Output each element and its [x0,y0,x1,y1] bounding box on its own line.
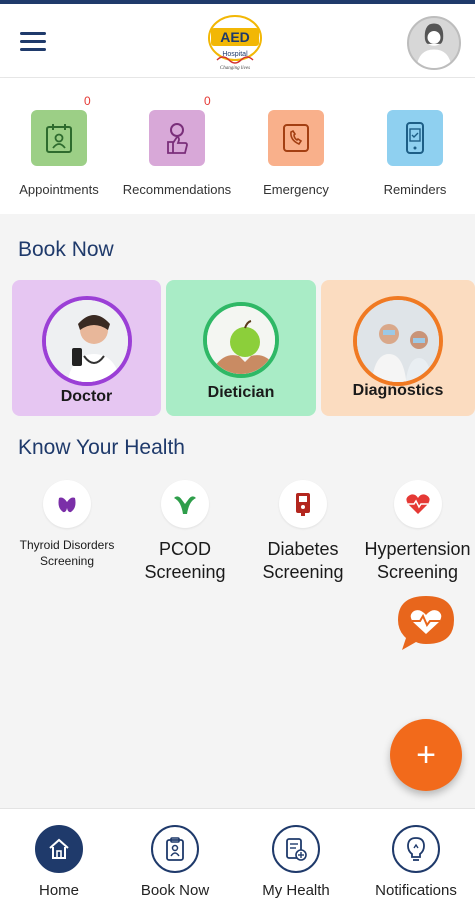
appointments-badge: 0 [84,94,91,108]
know-your-health-heading: Know Your Health [18,436,185,459]
nav-book-now[interactable]: Book Now [116,809,234,900]
diagnostics-photo [353,296,443,386]
hypertension-label: Hypertension Screening [364,539,471,583]
hamburger-menu-icon[interactable] [20,32,46,52]
quick-action-reminders[interactable]: Reminders [356,78,474,214]
recommendations-label: Recommendations [122,182,232,197]
svg-text:Changing lives: Changing lives [220,66,250,71]
phone-emergency-icon [268,110,324,166]
diabetes-label: Diabetes Screening [262,539,344,583]
main-content: Book Now Doctor Dietician Diagnostics Kn… [0,214,475,808]
calendar-user-icon [31,110,87,166]
reminders-label: Reminders [383,182,447,197]
lightbulb-icon [392,825,440,873]
heart-pulse-icon [393,480,442,528]
nav-book-now-label: Book Now [140,882,210,899]
nav-my-health-label: My Health [262,882,330,899]
nav-my-health[interactable]: My Health [237,809,355,900]
quick-action-appointments[interactable]: 0 Appointments [0,78,118,214]
nav-notifications[interactable]: Notifications [357,809,475,900]
nav-home[interactable]: Home [0,809,118,900]
emergency-label: Emergency [263,182,329,197]
quick-actions-bar: 0 Appointments 0 Recommendations Emergen… [0,78,475,214]
nav-home-label: Home [38,882,79,899]
hospital-logo: AED Hospital Changing lives [208,15,262,71]
app-header: AED Hospital Changing lives [0,4,475,78]
book-now-heading: Book Now [18,238,114,261]
health-item-pcod[interactable]: PCOD Screening [126,480,244,585]
user-avatar-icon[interactable] [407,16,461,70]
dietician-photo [203,302,279,378]
thyroid-icon [43,480,91,528]
health-item-hypertension[interactable]: Hypertension Screening [360,480,475,585]
nav-notifications-label: Notifications [375,882,457,899]
book-card-dietician[interactable]: Dietician [166,280,316,416]
uterus-icon [161,480,209,528]
thumbs-up-user-icon [149,110,205,166]
health-record-icon [272,825,320,873]
svg-text:AED: AED [220,29,250,45]
mobile-reminder-icon [387,110,443,166]
add-fab-button[interactable]: + [390,719,462,791]
health-item-thyroid[interactable]: Thyroid Disorders Screening [8,480,126,569]
pcod-label: PCOD Screening [144,539,226,583]
quick-action-recommendations[interactable]: 0 Recommendations [118,78,236,214]
diagnostics-label: Diagnostics [352,382,444,399]
glucose-meter-icon [279,480,327,528]
book-card-diagnostics[interactable]: Diagnostics [321,280,475,416]
clipboard-user-icon [151,825,199,873]
dietician-label: Dietician [207,384,275,401]
health-item-diabetes[interactable]: Diabetes Screening [244,480,362,585]
recommendations-badge: 0 [204,94,211,108]
quick-action-emergency[interactable]: Emergency [237,78,355,214]
home-icon [35,825,83,873]
book-card-doctor[interactable]: Doctor [12,280,161,416]
thyroid-label: Thyroid Disorders Screening [19,538,115,568]
doctor-label: Doctor [60,388,113,405]
appointments-label: Appointments [19,182,99,197]
bottom-navigation: Home Book Now My Health Notifications [0,808,475,900]
doctor-photo [41,296,132,386]
heart-chat-bubble-icon[interactable] [394,592,458,652]
plus-icon: + [416,736,436,774]
